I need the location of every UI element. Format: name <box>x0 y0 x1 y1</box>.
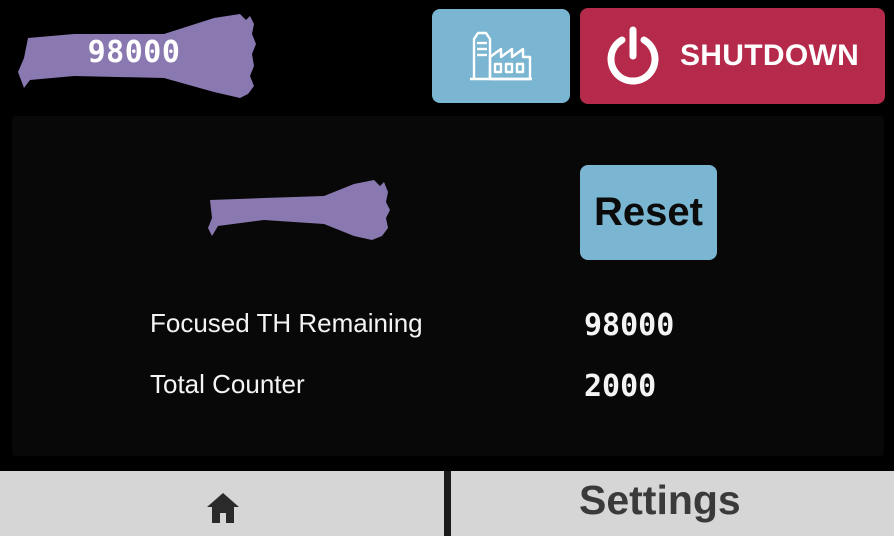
handpiece-counter-display: 98000 <box>14 10 256 102</box>
home-tab[interactable] <box>0 471 444 536</box>
power-icon <box>607 26 659 85</box>
bottom-nav: Settings <box>0 471 894 536</box>
nav-divider <box>444 471 451 536</box>
settings-label: Settings <box>579 477 741 523</box>
shutdown-button[interactable]: SHUTDOWN <box>580 8 885 104</box>
home-icon <box>207 493 239 523</box>
settings-tab[interactable]: Settings <box>451 471 894 536</box>
reset-button[interactable]: Reset <box>580 165 717 260</box>
handpiece-image <box>204 178 392 242</box>
total-counter-value: 2000 <box>584 369 657 404</box>
handpiece-icon <box>208 180 390 240</box>
handpiece-counter-value: 98000 <box>87 35 181 70</box>
total-counter-label: Total Counter <box>150 369 305 399</box>
shutdown-label: SHUTDOWN <box>680 39 860 72</box>
factory-icon <box>470 31 532 81</box>
factory-button[interactable] <box>432 9 570 103</box>
main-panel <box>12 116 884 456</box>
focused-th-remaining-value: 98000 <box>584 308 675 343</box>
focused-th-remaining-label: Focused TH Remaining <box>150 308 423 338</box>
